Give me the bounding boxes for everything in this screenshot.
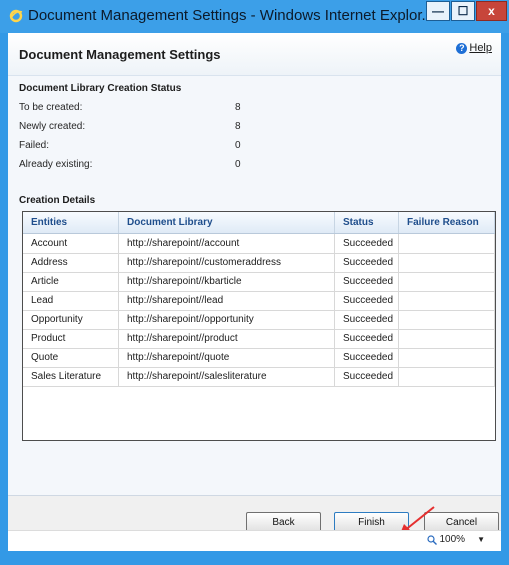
status-label: Failed:	[19, 140, 50, 151]
status-value: 8	[235, 121, 241, 132]
library-cell: http://sharepoint//salesliterature	[119, 367, 335, 386]
entity-cell: Lead	[23, 291, 119, 310]
entity-cell: Opportunity	[23, 310, 119, 329]
dialog-header: Document Management Settings ? Help	[8, 33, 501, 76]
table-row[interactable]: Quote http://sharepoint//quote Succeeded	[23, 348, 495, 368]
status-value: 0	[235, 140, 241, 151]
creation-status-heading: Document Library Creation Status	[19, 83, 182, 94]
status-cell: Succeeded	[335, 329, 399, 348]
zoom-level: 100%	[439, 534, 466, 545]
status-value: 8	[235, 102, 241, 113]
status-label: Already existing:	[19, 159, 93, 170]
library-cell: http://sharepoint//opportunity	[119, 310, 335, 329]
status-cell: Succeeded	[335, 253, 399, 272]
table-row[interactable]: Sales Literature http://sharepoint//sale…	[23, 367, 495, 387]
status-cell: Succeeded	[335, 272, 399, 291]
failure-reason-cell	[399, 272, 495, 291]
table-header: Entities Document Library Status Failure…	[23, 212, 495, 234]
table-row[interactable]: Account http://sharepoint//account Succe…	[23, 234, 495, 254]
entity-cell: Article	[23, 272, 119, 291]
status-row-already-existing: Already existing: 0	[19, 159, 259, 173]
browser-window: Document Management Settings - Windows I…	[0, 0, 509, 565]
status-cell: Succeeded	[335, 367, 399, 386]
table-row[interactable]: Lead http://sharepoint//lead Succeeded	[23, 291, 495, 311]
column-header-entities[interactable]: Entities	[23, 212, 119, 233]
status-row-failed: Failed: 0	[19, 140, 259, 154]
help-icon: ?	[456, 42, 468, 54]
creation-details-heading: Creation Details	[19, 195, 96, 206]
library-cell: http://sharepoint//product	[119, 329, 335, 348]
maximize-button[interactable]: ☐	[451, 1, 475, 21]
close-button[interactable]: x	[476, 1, 507, 21]
failure-reason-cell	[399, 253, 495, 272]
zoom-icon	[426, 534, 437, 545]
status-value: 0	[235, 159, 241, 170]
status-cell: Succeeded	[335, 291, 399, 310]
creation-details-table: Entities Document Library Status Failure…	[22, 211, 496, 441]
library-cell: http://sharepoint//quote	[119, 348, 335, 367]
column-header-failure-reason[interactable]: Failure Reason	[399, 212, 495, 233]
entity-cell: Quote	[23, 348, 119, 367]
failure-reason-cell	[399, 329, 495, 348]
dialog-client-area: Document Management Settings ? Help Docu…	[8, 33, 501, 551]
library-cell: http://sharepoint//lead	[119, 291, 335, 310]
status-bar: 100% ▼	[8, 530, 501, 551]
failure-reason-cell	[399, 310, 495, 329]
help-link[interactable]: ? Help	[456, 42, 492, 54]
zoom-control[interactable]: 100% ▼	[426, 534, 485, 545]
failure-reason-cell	[399, 348, 495, 367]
help-label: Help	[469, 42, 492, 54]
status-row-to-be-created: To be created: 8	[19, 102, 259, 116]
entity-cell: Address	[23, 253, 119, 272]
dialog-body: Document Library Creation Status To be c…	[8, 76, 501, 495]
status-cell: Succeeded	[335, 348, 399, 367]
internet-explorer-icon	[9, 9, 23, 23]
column-header-status[interactable]: Status	[335, 212, 399, 233]
chevron-down-icon[interactable]: ▼	[477, 535, 485, 544]
entity-cell: Product	[23, 329, 119, 348]
failure-reason-cell	[399, 234, 495, 253]
column-header-document-library[interactable]: Document Library	[119, 212, 335, 233]
status-row-newly-created: Newly created: 8	[19, 121, 259, 135]
entity-cell: Sales Literature	[23, 367, 119, 386]
library-cell: http://sharepoint//account	[119, 234, 335, 253]
entity-cell: Account	[23, 234, 119, 253]
page-title: Document Management Settings	[19, 47, 221, 62]
window-title: Document Management Settings - Windows I…	[28, 7, 435, 24]
failure-reason-cell	[399, 367, 495, 386]
library-cell: http://sharepoint//kbarticle	[119, 272, 335, 291]
library-cell: http://sharepoint//customeraddress	[119, 253, 335, 272]
table-row[interactable]: Article http://sharepoint//kbarticle Suc…	[23, 272, 495, 292]
status-label: To be created:	[19, 102, 83, 113]
table-row[interactable]: Opportunity http://sharepoint//opportuni…	[23, 310, 495, 330]
table-row[interactable]: Product http://sharepoint//product Succe…	[23, 329, 495, 349]
table-row[interactable]: Address http://sharepoint//customeraddre…	[23, 253, 495, 273]
minimize-button[interactable]: —	[426, 1, 450, 21]
status-cell: Succeeded	[335, 310, 399, 329]
status-label: Newly created:	[19, 121, 86, 132]
status-cell: Succeeded	[335, 234, 399, 253]
failure-reason-cell	[399, 291, 495, 310]
title-bar[interactable]: Document Management Settings - Windows I…	[0, 0, 509, 33]
